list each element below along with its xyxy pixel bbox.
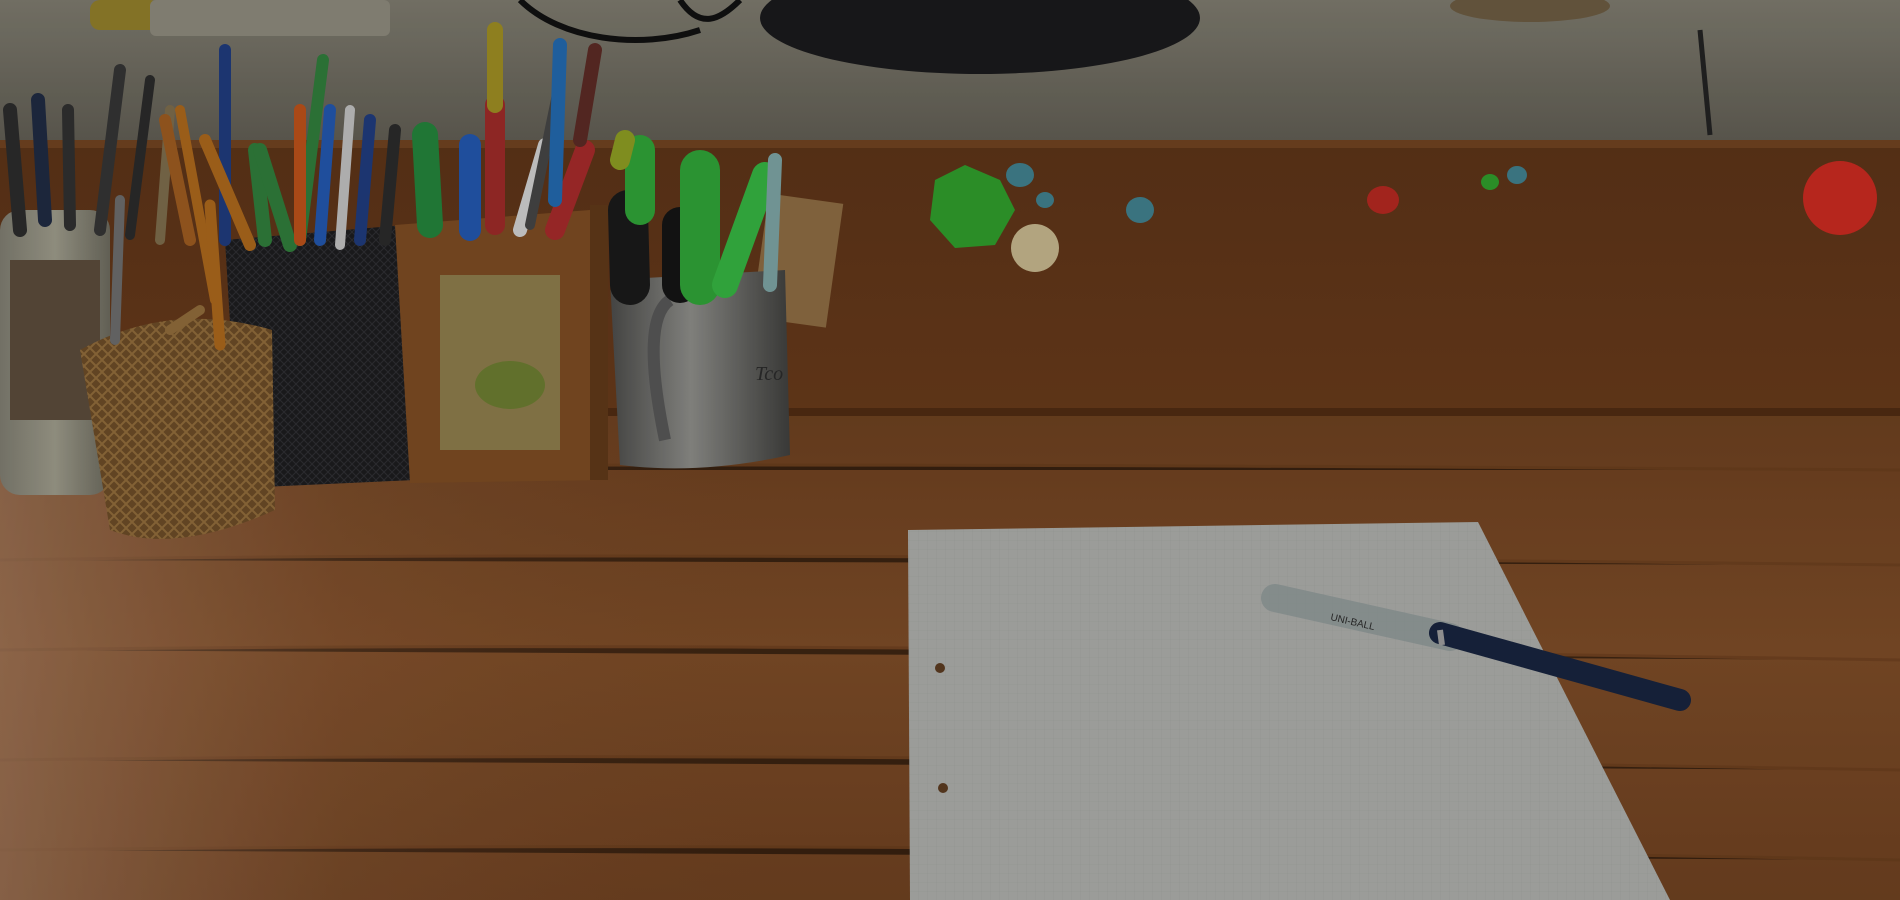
- tone-overlay: [0, 0, 1900, 900]
- desk-photo: Tco UNI-BALL: [0, 0, 1900, 900]
- desk-scene-svg: Tco UNI-BALL: [0, 0, 1900, 900]
